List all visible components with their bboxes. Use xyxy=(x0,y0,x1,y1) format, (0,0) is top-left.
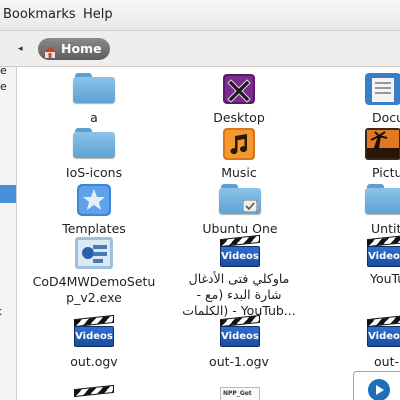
breadcrumb-home-button[interactable]: Home xyxy=(38,38,110,60)
folder-icon xyxy=(73,128,115,158)
file-name: YouTu - نوار xyxy=(370,271,400,286)
file-name: Picture xyxy=(372,165,400,180)
file-thumbnail-text: NPP_Get xyxy=(223,390,252,397)
places-sidebar: e e rk xyxy=(0,67,17,400)
video-icon: Videos xyxy=(74,314,114,347)
video-badge: Videos xyxy=(221,331,259,342)
video-icon xyxy=(74,384,114,400)
video-badge: Videos xyxy=(221,251,259,262)
video-icon: Videos xyxy=(220,234,260,267)
home-icon xyxy=(43,43,57,58)
video-badge: Videos xyxy=(368,331,400,342)
video-badge: Videos xyxy=(368,251,400,262)
folder-icon xyxy=(365,184,400,214)
menu-bookmarks[interactable]: Bookmarks xyxy=(3,7,76,22)
sidebar-item[interactable]: e xyxy=(0,79,16,95)
video-icon: Videos xyxy=(367,234,400,267)
music-icon xyxy=(219,128,259,160)
exe-icon xyxy=(73,237,115,269)
menubar: Bookmarks Help xyxy=(0,0,400,31)
folder-icon xyxy=(73,73,115,103)
file-name: Untitled F xyxy=(371,221,400,236)
desktop-x-icon xyxy=(219,73,259,105)
sidebar-item-selected[interactable] xyxy=(0,185,16,203)
breadcrumb-home-label: Home xyxy=(61,41,102,56)
file-name: out-2.o xyxy=(374,354,400,369)
video-icon: Videos xyxy=(367,314,400,347)
templates-icon xyxy=(74,184,114,216)
documents-icon xyxy=(365,73,400,105)
sidebar-item-label: e xyxy=(0,67,7,77)
ubuntu-one-folder-icon xyxy=(219,184,261,214)
file-name: Docume xyxy=(372,110,400,125)
video-badge: Videos xyxy=(75,331,113,342)
sidebar-item-label: rk xyxy=(0,305,2,318)
menu-help[interactable]: Help xyxy=(83,7,113,22)
media-icon xyxy=(353,371,400,400)
sidebar-item[interactable]: rk xyxy=(0,304,16,320)
pictures-icon xyxy=(365,128,400,160)
sidebar-item-label: e xyxy=(0,80,7,93)
text-file-icon: NPP_Get xyxy=(220,387,260,400)
path-scroll-left-button[interactable]: ◂ xyxy=(18,44,23,54)
video-icon: Videos xyxy=(220,314,260,347)
file-view: a Desktop Docume IoS-icons Music Picture xyxy=(17,67,400,400)
location-bar: ◂ Home xyxy=(0,31,400,67)
sidebar-item[interactable]: e xyxy=(0,67,16,79)
